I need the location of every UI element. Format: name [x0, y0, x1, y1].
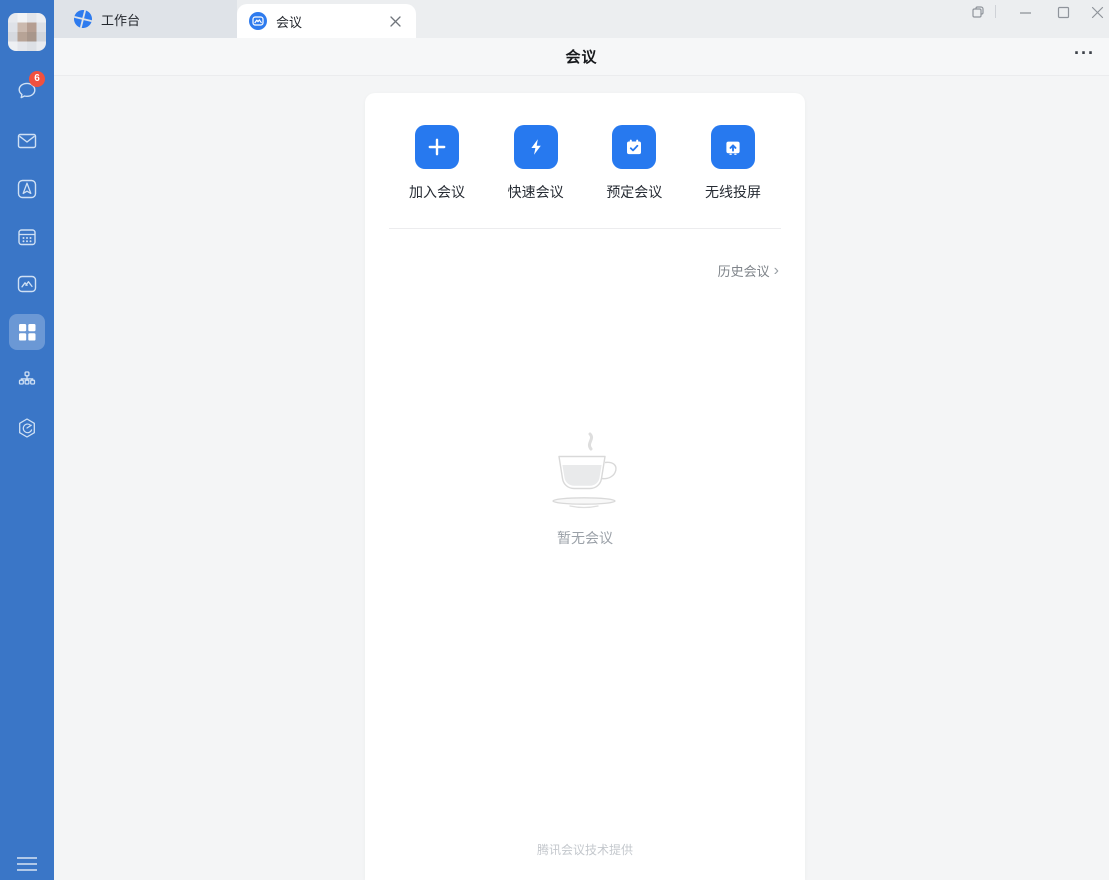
sidebar: 6	[0, 0, 54, 880]
history-meetings-label: 历史会议	[718, 261, 770, 280]
meeting-card: 加入会议 快速会议	[365, 93, 805, 880]
calendar-icon	[15, 225, 39, 249]
maximize-icon	[1057, 6, 1070, 19]
schedule-meeting-button[interactable]: 预定会议	[603, 125, 665, 202]
sidebar-item-contacts[interactable]	[15, 368, 39, 392]
sidebar-item-docs[interactable]	[15, 177, 39, 201]
meeting-icon	[15, 272, 39, 296]
hamburger-icon	[17, 857, 37, 871]
powered-by-text: 腾讯会议技术提供	[365, 841, 805, 858]
sidebar-item-apps[interactable]	[15, 416, 39, 440]
sidebar-item-calendar[interactable]	[15, 225, 39, 249]
empty-state: 暂无会议	[365, 432, 805, 548]
mail-icon	[15, 129, 39, 153]
user-avatar[interactable]	[8, 13, 46, 51]
tab-workbench-label: 工作台	[101, 10, 140, 29]
unread-badge: 6	[29, 71, 45, 87]
avatar-image	[8, 13, 46, 51]
sidebar-menu-button[interactable]	[15, 852, 39, 876]
window-close-button[interactable]	[1089, 3, 1105, 21]
docs-icon	[15, 177, 39, 201]
meeting-logo-icon	[248, 11, 268, 31]
quick-meeting-label: 快速会议	[508, 182, 564, 202]
plus-glyph	[427, 137, 447, 157]
lightning-icon[interactable]	[514, 125, 558, 169]
sidebar-item-meetings[interactable]	[15, 272, 39, 296]
plus-icon[interactable]	[415, 125, 459, 169]
meeting-actions: 加入会议 快速会议	[365, 93, 805, 202]
cast-glyph	[723, 137, 743, 157]
history-meetings-link[interactable]: 历史会议 ›	[365, 229, 805, 280]
main-area: 加入会议 快速会议	[54, 77, 1109, 880]
tab-close-button[interactable]	[386, 12, 404, 30]
calendar-check-glyph	[624, 137, 644, 157]
org-chart-icon	[15, 368, 39, 392]
sidebar-item-mail[interactable]	[15, 129, 39, 153]
window-close-icon	[1091, 6, 1104, 19]
page-title: 会议	[565, 46, 597, 67]
wecom-window: 6	[0, 0, 1109, 880]
lightning-glyph	[526, 137, 546, 157]
empty-teacup-illustration	[543, 432, 627, 512]
maximize-button[interactable]	[1055, 3, 1071, 21]
chevron-right-icon: ›	[774, 264, 779, 277]
wireless-cast-button[interactable]: 无线投屏	[702, 125, 764, 202]
wireless-cast-label: 无线投屏	[705, 182, 761, 202]
minimize-icon	[1019, 6, 1032, 19]
empty-state-text: 暂无会议	[557, 528, 613, 548]
sidebar-item-workbench-active[interactable]	[9, 314, 45, 350]
schedule-meeting-label: 预定会议	[606, 182, 662, 202]
tab-workbench[interactable]: 工作台	[54, 0, 237, 38]
tab-meeting-label: 会议	[276, 12, 302, 31]
minimize-button[interactable]	[1017, 3, 1033, 21]
window-controls-divider	[995, 5, 996, 18]
tab-bar: 工作台 会议	[54, 0, 1109, 38]
cast-icon[interactable]	[711, 125, 755, 169]
workbench-grid-icon	[16, 321, 38, 343]
workbench-logo-icon	[73, 9, 93, 29]
join-meeting-label: 加入会议	[409, 182, 465, 202]
quick-meeting-button[interactable]: 快速会议	[505, 125, 567, 202]
hexagon-app-icon	[15, 416, 39, 440]
overlap-windows-icon	[971, 5, 985, 19]
tab-meeting-active[interactable]: 会议	[237, 4, 416, 38]
join-meeting-button[interactable]: 加入会议	[406, 125, 468, 202]
window-layout-button[interactable]	[970, 3, 986, 21]
page-header: 会议 ···	[54, 38, 1109, 76]
calendar-check-icon[interactable]	[612, 125, 656, 169]
close-icon	[390, 16, 401, 27]
more-options-button[interactable]: ···	[1074, 38, 1095, 76]
